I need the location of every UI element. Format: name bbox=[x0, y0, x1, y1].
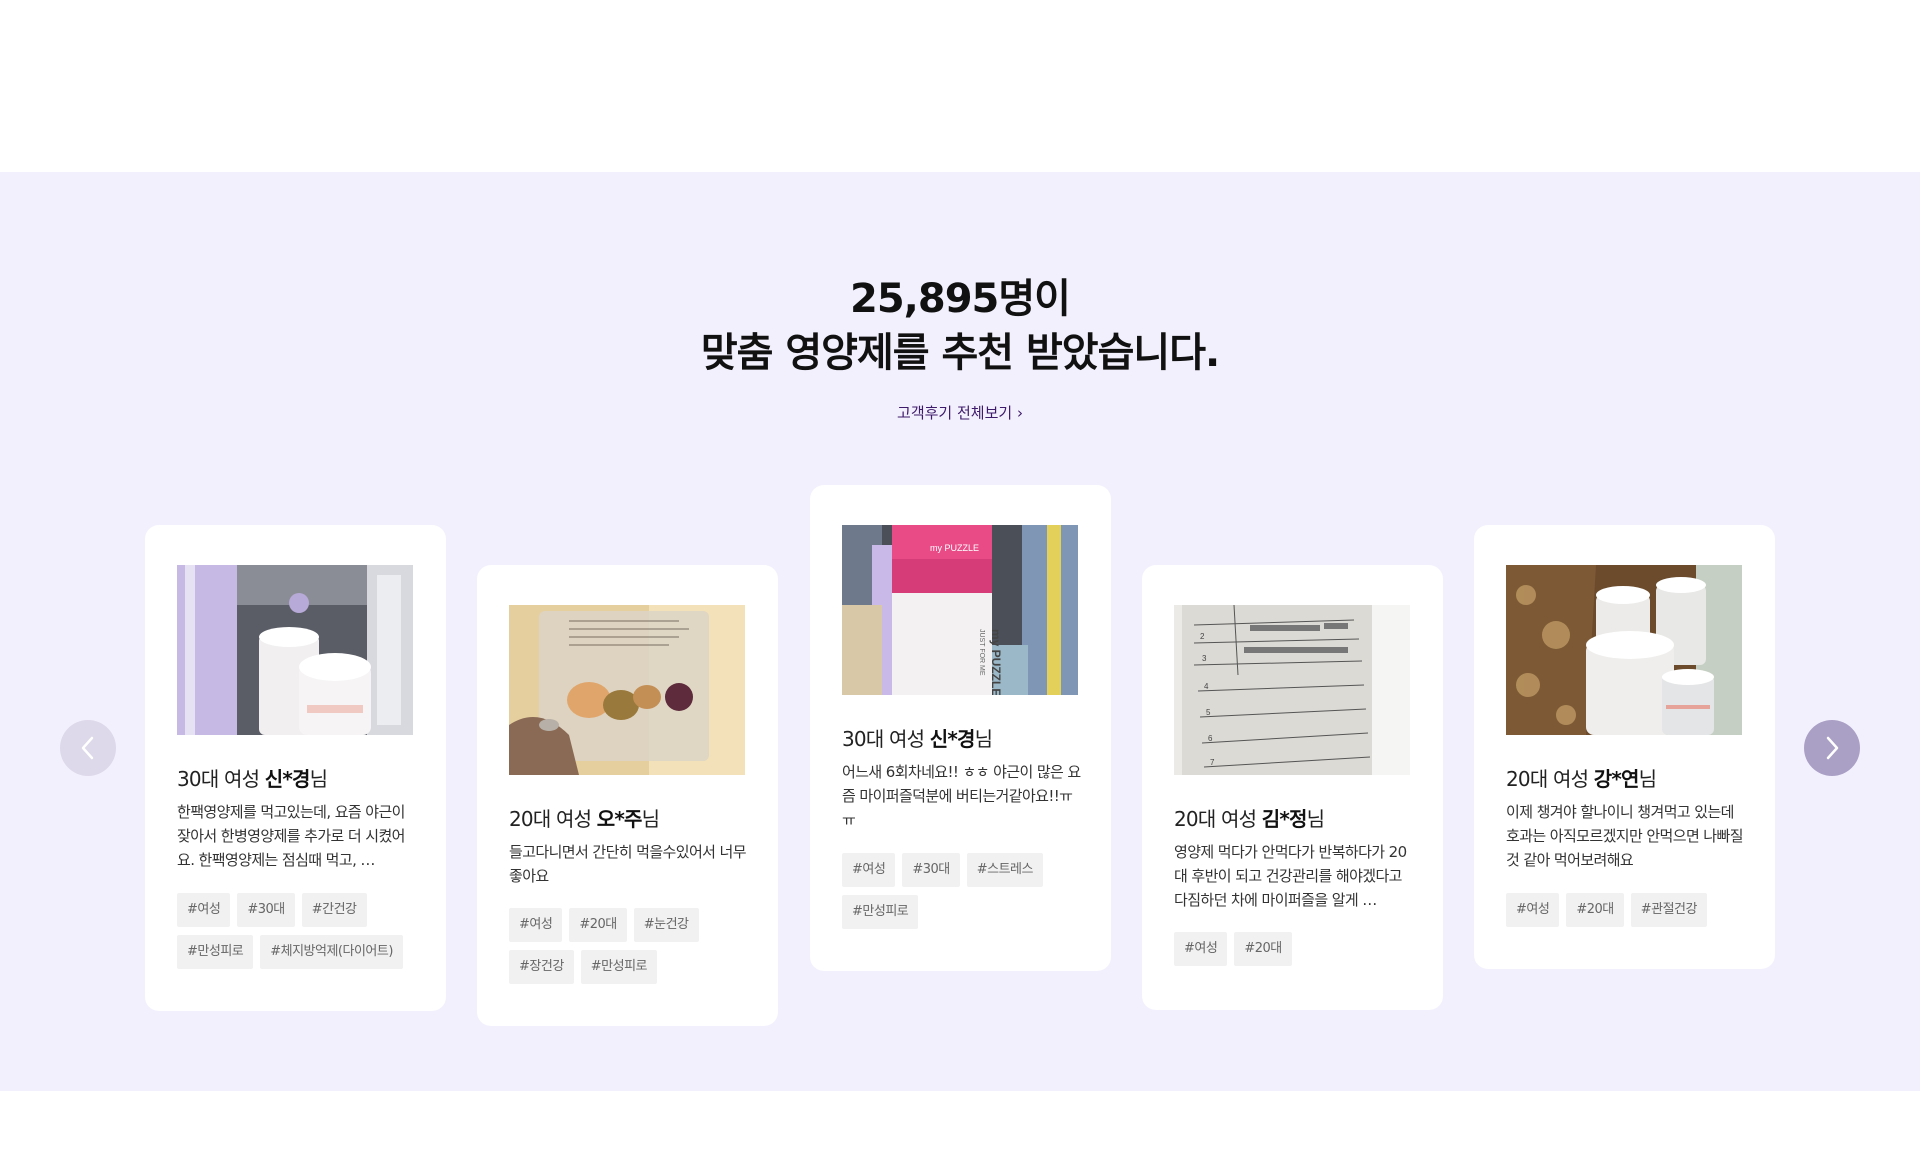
review-photo bbox=[177, 565, 413, 735]
svg-text:4: 4 bbox=[1204, 682, 1209, 691]
review-tag[interactable]: #여성 bbox=[509, 908, 563, 942]
review-tag[interactable]: #30대 bbox=[902, 853, 960, 887]
review-photo bbox=[509, 605, 745, 775]
review-text: 들고다니면서 간단히 먹을수있어서 너무 좋아요 bbox=[509, 843, 747, 885]
review-tag[interactable]: #관절건강 bbox=[1630, 893, 1707, 927]
section-headline: 25,895명이 맞춤 영양제를 추천 받았습니다. bbox=[0, 272, 1920, 380]
chevron-right-icon bbox=[1826, 736, 1839, 760]
review-text: 이제 챙겨야 할나이니 챙겨먹고 있는데 호과는 아직모르겠지만 안먹으면 나빠… bbox=[1506, 803, 1744, 869]
review-tags: #여성 #20대 #눈건강 #장건강 #만성피로 bbox=[509, 908, 759, 984]
chevron-left-icon bbox=[81, 736, 94, 760]
svg-text:6: 6 bbox=[1208, 734, 1213, 743]
review-tags: #여성 #20대 #관절건강 bbox=[1506, 893, 1756, 927]
review-tag[interactable]: #20대 bbox=[1234, 932, 1292, 966]
box-brand-text: my PUZZLE bbox=[930, 543, 979, 553]
review-tag[interactable]: #30대 bbox=[237, 893, 295, 927]
review-card[interactable]: my PUZZLE my PUZZLE JUST FOR ME 30대 여성 신… bbox=[810, 485, 1111, 971]
review-card[interactable]: 30대 여성 신*경님 한팩영양제를 먹고있는데, 요즘 야근이 잦아서 한병영… bbox=[145, 525, 446, 1011]
review-photo: 2 3 4 5 6 7 bbox=[1174, 605, 1410, 775]
review-tag[interactable]: #여성 bbox=[842, 853, 896, 887]
review-photo bbox=[1506, 565, 1742, 735]
review-tag[interactable]: #스트레스 bbox=[966, 853, 1043, 887]
top-whitespace bbox=[0, 0, 1920, 172]
svg-text:2: 2 bbox=[1200, 632, 1205, 641]
review-tag[interactable]: #간건강 bbox=[301, 893, 367, 927]
review-tags: #여성 #30대 #간건강 #만성피로 #체지방억제(다이어트) bbox=[177, 893, 427, 969]
carousel-prev-button[interactable] bbox=[60, 720, 116, 776]
review-tag[interactable]: #만성피로 bbox=[580, 950, 658, 984]
view-all-reviews: 고객후기 전체보기 › bbox=[0, 402, 1920, 423]
carousel-next-button[interactable] bbox=[1804, 720, 1860, 776]
headline-count: 25,895명이 bbox=[850, 276, 1071, 322]
review-tag[interactable]: #체지방억제(다이어트) bbox=[260, 935, 403, 969]
svg-text:5: 5 bbox=[1206, 708, 1211, 717]
review-text: 어느새 6회차네요!! ㅎㅎ 야근이 많은 요즘 마이퍼즐덕분에 버티는거같아요… bbox=[842, 763, 1081, 829]
bottom-whitespace bbox=[0, 1091, 1920, 1160]
box-brand-vertical-text: my PUZZLE bbox=[989, 629, 1003, 695]
review-tags: #여성 #30대 #스트레스 #만성피로 bbox=[842, 853, 1092, 929]
review-photo: my PUZZLE my PUZZLE JUST FOR ME bbox=[842, 525, 1078, 695]
headline-subtitle: 맞춤 영양제를 추천 받았습니다. bbox=[700, 330, 1220, 376]
review-tag[interactable]: #여성 bbox=[1174, 932, 1228, 966]
reviewer-name: 20대 여성 오*주님 bbox=[509, 807, 660, 831]
review-text: 한팩영양제를 먹고있는데, 요즘 야근이 잦아서 한병영양제를 추가로 더 시켰… bbox=[177, 803, 405, 869]
review-tag[interactable]: #만성피로 bbox=[177, 935, 254, 969]
review-tag[interactable]: #장건강 bbox=[509, 950, 574, 984]
reviewer-name: 20대 여성 김*정님 bbox=[1174, 807, 1325, 831]
review-tags: #여성 #20대 bbox=[1174, 932, 1424, 966]
review-tag[interactable]: #눈건강 bbox=[633, 908, 699, 942]
svg-text:3: 3 bbox=[1202, 654, 1207, 663]
review-tag[interactable]: #20대 bbox=[1566, 893, 1624, 927]
review-card[interactable]: 20대 여성 오*주님 들고다니면서 간단히 먹을수있어서 너무 좋아요 #여성… bbox=[477, 565, 778, 1026]
review-tag[interactable]: #만성피로 bbox=[842, 895, 919, 929]
svg-text:7: 7 bbox=[1210, 758, 1215, 767]
review-tag[interactable]: #여성 bbox=[1506, 893, 1560, 927]
review-tag[interactable]: #20대 bbox=[569, 908, 627, 942]
box-tagline-text: JUST FOR ME bbox=[978, 629, 985, 676]
review-card[interactable]: 2 3 4 5 6 7 20대 여성 김*정님 영양제 먹다가 안먹다가 반복하… bbox=[1142, 565, 1443, 1010]
reviewer-name: 20대 여성 강*연님 bbox=[1506, 767, 1657, 791]
view-all-reviews-link[interactable]: 고객후기 전체보기 › bbox=[897, 404, 1023, 422]
review-card[interactable]: 20대 여성 강*연님 이제 챙겨야 할나이니 챙겨먹고 있는데 호과는 아직모… bbox=[1474, 525, 1775, 969]
reviewer-name: 30대 여성 신*경님 bbox=[842, 727, 993, 751]
review-tag[interactable]: #여성 bbox=[177, 893, 231, 927]
review-text: 영양제 먹다가 안먹다가 반복하다가 20대 후반이 되고 건강관리를 해야겠다… bbox=[1174, 843, 1407, 909]
reviewer-name: 30대 여성 신*경님 bbox=[177, 767, 328, 791]
